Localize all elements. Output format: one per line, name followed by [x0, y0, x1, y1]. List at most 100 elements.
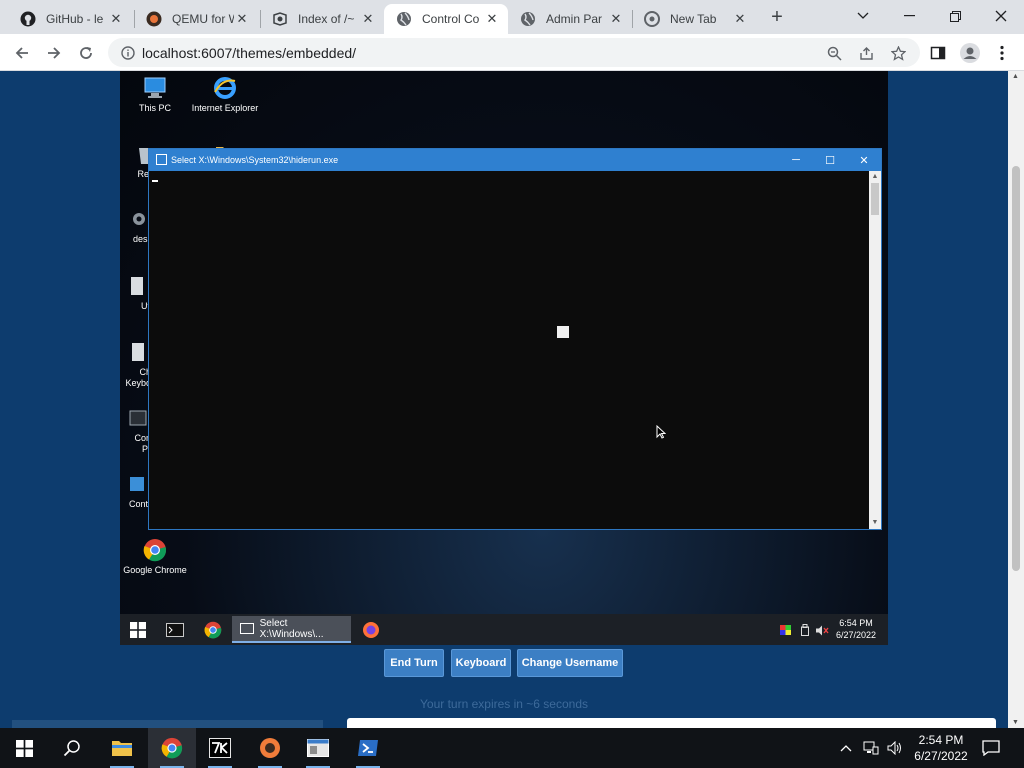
- desktop-icon-keyboard[interactable]: Ch Keybo: [120, 339, 151, 389]
- vm-clock[interactable]: 6:54 PM 6/27/2022: [836, 617, 876, 641]
- file-explorer-icon[interactable]: [98, 728, 146, 768]
- change-username-button[interactable]: Change Username: [517, 649, 623, 677]
- qemu-icon: [146, 11, 162, 27]
- share-icon[interactable]: [854, 41, 878, 65]
- console-title: Select X:\Windows\System32\hiderun.exe: [171, 155, 339, 165]
- document-icon: [124, 273, 150, 299]
- tab-github[interactable]: GitHub - le ✕: [8, 4, 132, 34]
- network-icon[interactable]: [860, 728, 882, 768]
- desktop-icon-control-panel[interactable]: Con Pr: [120, 405, 151, 455]
- 7zip-icon[interactable]: [196, 728, 244, 768]
- console-title-bar[interactable]: Select X:\Windows\System32\hiderun.exe ─…: [149, 149, 881, 171]
- tab-strip: GitHub - le ✕ QEMU for W ✕ Index of /~ ✕…: [0, 0, 1024, 34]
- chrome-icon[interactable]: [148, 728, 196, 768]
- powershell-icon[interactable]: [344, 728, 392, 768]
- reload-button[interactable]: [74, 41, 98, 65]
- console-block-glyph: [557, 326, 569, 338]
- qemu-icon[interactable]: [246, 728, 294, 768]
- tab-index[interactable]: Index of /~ ✕: [260, 4, 384, 34]
- host-taskbar: 2:54 PM 6/27/2022: [0, 728, 1024, 768]
- vm-terminal-icon[interactable]: [162, 617, 188, 643]
- notification-icon[interactable]: [968, 728, 1014, 768]
- desktop-icon-control[interactable]: Conti: [120, 471, 150, 510]
- vm-usb-icon[interactable]: [798, 617, 812, 643]
- close-icon[interactable]: ✕: [108, 11, 124, 27]
- tab-admin-panel[interactable]: Admin Par ✕: [508, 4, 632, 34]
- menu-kebab-icon[interactable]: [990, 41, 1014, 65]
- profile-avatar[interactable]: [958, 41, 982, 65]
- globe-icon: [520, 11, 536, 27]
- desktop-icon-this-pc[interactable]: This PC: [120, 75, 190, 114]
- github-icon: [20, 11, 36, 27]
- window-icon: [240, 623, 254, 634]
- notepad-window-icon[interactable]: [294, 728, 342, 768]
- console-minimize-button[interactable]: ─: [779, 149, 813, 171]
- control-panel-icon: [124, 471, 150, 497]
- chrome-icon: [142, 537, 168, 563]
- page-scroll-thumb[interactable]: [1012, 166, 1020, 571]
- index-icon: [272, 11, 288, 27]
- close-icon[interactable]: ✕: [608, 11, 624, 27]
- console-app-icon: [156, 154, 167, 165]
- address-bar[interactable]: localhost:6007/themes/embedded/: [108, 38, 920, 67]
- chevron-up-icon[interactable]: [836, 728, 856, 768]
- console-scroll-thumb[interactable]: [871, 183, 879, 215]
- new-tab-button[interactable]: +: [766, 7, 788, 29]
- page-content: This PC Internet Explorer Recy desk: [0, 71, 1008, 728]
- volume-icon[interactable]: [884, 728, 906, 768]
- console-maximize-button[interactable]: ☐: [813, 149, 847, 171]
- search-button[interactable]: [48, 728, 96, 768]
- text-cursor: [152, 180, 158, 182]
- zoom-icon[interactable]: [822, 41, 846, 65]
- close-icon[interactable]: ✕: [484, 11, 500, 27]
- vm-chrome-icon[interactable]: [200, 617, 226, 643]
- forward-button[interactable]: [42, 41, 66, 65]
- scroll-down-arrow-icon[interactable]: ▼: [869, 517, 881, 529]
- mouse-cursor-icon: [656, 424, 667, 444]
- computer-icon: [142, 75, 168, 101]
- internet-explorer-icon: [212, 75, 238, 101]
- console-close-button[interactable]: ✕: [847, 149, 881, 171]
- globe-icon: [396, 11, 412, 27]
- scroll-up-arrow-icon[interactable]: ▲: [1012, 73, 1019, 80]
- console-window[interactable]: Select X:\Windows\System32\hiderun.exe ─…: [148, 148, 882, 530]
- page-scrollbar[interactable]: ▲ ▼: [1008, 71, 1024, 728]
- vm-firefox-icon[interactable]: [358, 617, 384, 643]
- host-clock[interactable]: 2:54 PM 6/27/2022: [912, 732, 970, 764]
- close-window-button[interactable]: [978, 0, 1024, 32]
- close-icon[interactable]: ✕: [732, 11, 748, 27]
- url-text: localhost:6007/themes/embedded/: [142, 45, 357, 61]
- browser-toolbar: localhost:6007/themes/embedded/: [0, 34, 1024, 71]
- chat-panel: [347, 718, 996, 728]
- close-icon[interactable]: ✕: [234, 11, 250, 27]
- user-list-panel: [12, 720, 323, 728]
- tab-search-button[interactable]: [840, 0, 886, 32]
- keyboard-button[interactable]: Keyboard: [451, 649, 511, 677]
- side-panel-icon[interactable]: [926, 41, 950, 65]
- vm-screen[interactable]: This PC Internet Explorer Recy desk: [120, 71, 888, 645]
- desktop-icon-internet-explorer[interactable]: Internet Explorer: [190, 75, 260, 114]
- back-button[interactable]: [10, 41, 34, 65]
- scroll-down-arrow-icon[interactable]: ▼: [1012, 719, 1019, 726]
- restore-button[interactable]: [932, 0, 978, 32]
- desktop-icon-utilities[interactable]: Ut: [120, 273, 150, 312]
- tab-new-tab[interactable]: New Tab ✕: [632, 4, 756, 34]
- info-icon[interactable]: [116, 41, 140, 65]
- tab-control-collab[interactable]: Control Co ✕: [384, 4, 508, 34]
- console-scrollbar[interactable]: ▲ ▼: [869, 171, 881, 529]
- vm-taskbar: Select X:\Windows\... 6:54 PM 6/27/2022: [120, 614, 888, 645]
- vm-taskbar-active-window[interactable]: Select X:\Windows\...: [232, 616, 351, 643]
- scroll-up-arrow-icon[interactable]: ▲: [869, 171, 881, 183]
- vm-tray-color-icon[interactable]: [778, 617, 792, 643]
- start-button[interactable]: [0, 728, 48, 768]
- chrome-icon: [644, 11, 660, 27]
- tab-qemu[interactable]: QEMU for W ✕: [134, 4, 258, 34]
- minimize-button[interactable]: [886, 0, 932, 32]
- turn-expire-text: Your turn expires in ~6 seconds: [420, 697, 588, 711]
- vm-start-button[interactable]: [126, 617, 150, 643]
- bookmark-star-icon[interactable]: [886, 41, 910, 65]
- end-turn-button[interactable]: End Turn: [384, 649, 444, 677]
- close-icon[interactable]: ✕: [360, 11, 376, 27]
- desktop-icon-google-chrome[interactable]: Google Chrome: [120, 537, 190, 576]
- vm-volume-muted-icon[interactable]: [814, 617, 830, 643]
